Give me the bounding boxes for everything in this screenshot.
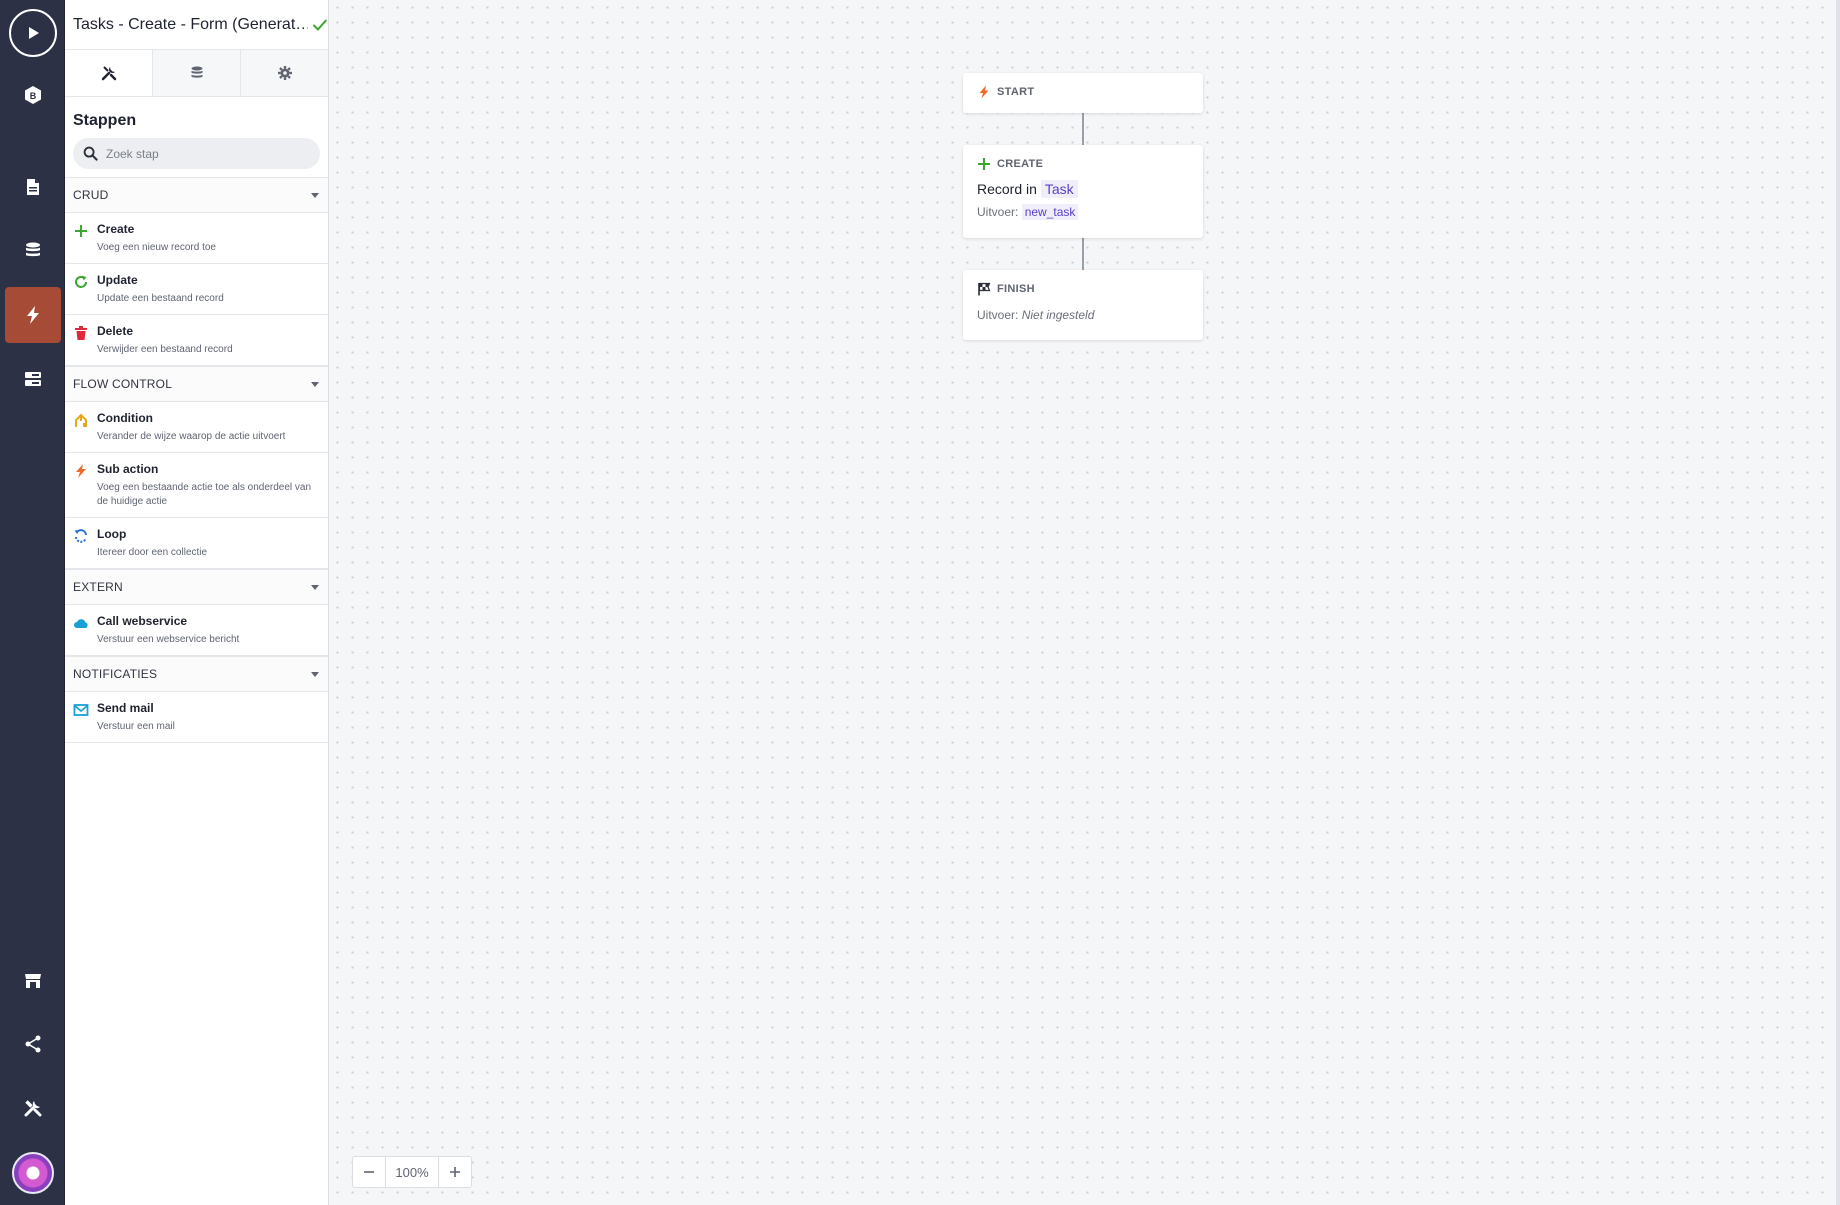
step-condition[interactable]: Condition Verander de wijze waarop de act… <box>65 402 328 453</box>
svg-text:B: B <box>30 91 37 101</box>
caret-down-icon <box>311 193 319 198</box>
output-value: Niet ingesteld <box>1021 308 1095 322</box>
group-notificaties[interactable]: NOTIFICATIES <box>65 656 328 692</box>
create-node-output: Uitvoer: new_task <box>977 204 1189 220</box>
data-table-icon[interactable] <box>5 351 61 407</box>
canvas-right-border <box>1836 0 1840 1205</box>
app-rail: B <box>0 0 65 1205</box>
output-label: Uitvoer: <box>977 308 1019 322</box>
zoom-level: 100% <box>385 1157 439 1187</box>
start-node[interactable]: START <box>963 73 1203 113</box>
step-description: Itereer door een collectie <box>97 547 208 558</box>
refresh-icon <box>75 275 87 288</box>
actions-bolt-icon[interactable] <box>5 287 61 343</box>
builder-logo-icon[interactable]: B <box>5 67 61 123</box>
output-label: Uitvoer: <box>977 205 1019 219</box>
database-icon[interactable] <box>5 223 61 279</box>
search-icon <box>83 146 98 161</box>
step-description: Voeg een nieuw record toe <box>97 242 216 253</box>
step-description: Verwijder een bestaand record <box>97 344 233 355</box>
group-extern[interactable]: EXTERN <box>65 569 328 605</box>
step-send-mail[interactable]: Send mail Verstuur een mail <box>65 692 328 743</box>
tools-icon <box>101 66 116 81</box>
step-description: Verander de wijze waarop de actie uitvoe… <box>97 431 286 442</box>
step-label: Call webservice <box>97 614 188 628</box>
action-title-bar: Tasks - Create - Form (Generat… <box>65 0 328 50</box>
step-label: Sub action <box>97 462 159 476</box>
step-sub-action[interactable]: Sub action Voeg een bestaande actie toe a… <box>65 453 328 518</box>
step-description: Verstuur een mail <box>97 721 175 732</box>
bolt-icon <box>979 85 989 99</box>
step-loop[interactable]: Loop Itereer door een collectie <box>65 518 328 569</box>
group-title: NOTIFICATIES <box>73 667 158 681</box>
finish-node-output: Uitvoer: Niet ingesteld <box>977 308 1189 322</box>
steps-panel: Tasks - Create - Form (Generat… Stappen … <box>65 0 329 1205</box>
group-crud[interactable]: CRUD <box>65 177 328 213</box>
steps-heading: Stappen <box>73 112 137 129</box>
avatar[interactable] <box>12 1152 54 1194</box>
step-label: Delete <box>97 324 134 338</box>
group-title: EXTERN <box>73 580 123 594</box>
finish-node[interactable]: FINISH Uitvoer: Niet ingesteld <box>963 270 1203 340</box>
zoom-out-button[interactable] <box>353 1157 385 1187</box>
share-icon[interactable] <box>5 1016 61 1072</box>
panel-tabs <box>65 50 328 97</box>
trash-icon <box>75 326 87 340</box>
group-title: CRUD <box>73 188 109 202</box>
step-label: Update <box>97 273 138 287</box>
step-label: Condition <box>97 411 153 425</box>
caret-down-icon <box>311 585 319 590</box>
mail-icon <box>73 704 89 716</box>
node-kind-label: CREATE <box>997 158 1044 170</box>
output-value-tag[interactable]: new_task <box>1021 204 1079 220</box>
plus-icon <box>75 225 87 237</box>
database-icon <box>191 66 202 78</box>
plus-icon <box>450 1167 460 1177</box>
zoom-controls: 100% <box>352 1156 472 1188</box>
create-node[interactable]: CREATE Record in Task Uitvoer: new_task <box>963 145 1203 238</box>
search-input[interactable] <box>106 146 286 161</box>
step-update[interactable]: Update Update een bestaand record <box>65 264 328 315</box>
caret-down-icon <box>311 382 319 387</box>
step-label: Create <box>97 222 135 236</box>
step-call-webservice[interactable]: Call webservice Verstuur een webservice b… <box>65 605 328 656</box>
tab-steps[interactable] <box>65 50 152 96</box>
group-flow-control[interactable]: FLOW CONTROL <box>65 366 328 402</box>
step-description: Verstuur een webservice bericht <box>97 634 240 645</box>
branch-icon <box>75 413 87 427</box>
node-kind-label: FINISH <box>997 283 1035 295</box>
cloud-icon <box>74 619 88 628</box>
minus-icon <box>364 1171 374 1173</box>
record-model-tag[interactable]: Task <box>1040 180 1078 198</box>
record-prefix: Record in <box>977 181 1037 197</box>
step-delete[interactable]: Delete Verwijder een bestaand record <box>65 315 328 366</box>
step-description: Update een bestaand record <box>97 293 224 304</box>
create-node-record: Record in Task <box>977 180 1189 198</box>
bolt-icon <box>76 464 86 478</box>
tab-settings[interactable] <box>240 50 328 96</box>
flow-connector <box>1082 113 1084 145</box>
caret-down-icon <box>311 672 319 677</box>
play-icon[interactable] <box>9 9 57 57</box>
plus-icon <box>978 158 990 170</box>
store-icon[interactable] <box>5 952 61 1008</box>
action-title[interactable]: Tasks - Create - Form (Generat… <box>73 16 308 34</box>
tools-icon[interactable] <box>5 1080 61 1136</box>
gear-icon <box>277 66 292 80</box>
step-label: Send mail <box>97 701 154 715</box>
zoom-in-button[interactable] <box>439 1157 471 1187</box>
step-description: Voeg een bestaande actie toe als onderde… <box>97 482 312 507</box>
step-search[interactable] <box>73 138 320 169</box>
tab-variables[interactable] <box>152 50 240 96</box>
loop-icon <box>74 529 87 543</box>
node-kind-label: START <box>997 86 1035 98</box>
flow-connector <box>1082 238 1084 270</box>
step-label: Loop <box>97 527 127 541</box>
group-title: FLOW CONTROL <box>73 377 173 391</box>
page-icon[interactable] <box>5 159 61 215</box>
checkered-flag-icon <box>978 282 991 296</box>
saved-check-icon <box>313 19 328 31</box>
step-create[interactable]: Create Voeg een nieuw record toe <box>65 213 328 264</box>
